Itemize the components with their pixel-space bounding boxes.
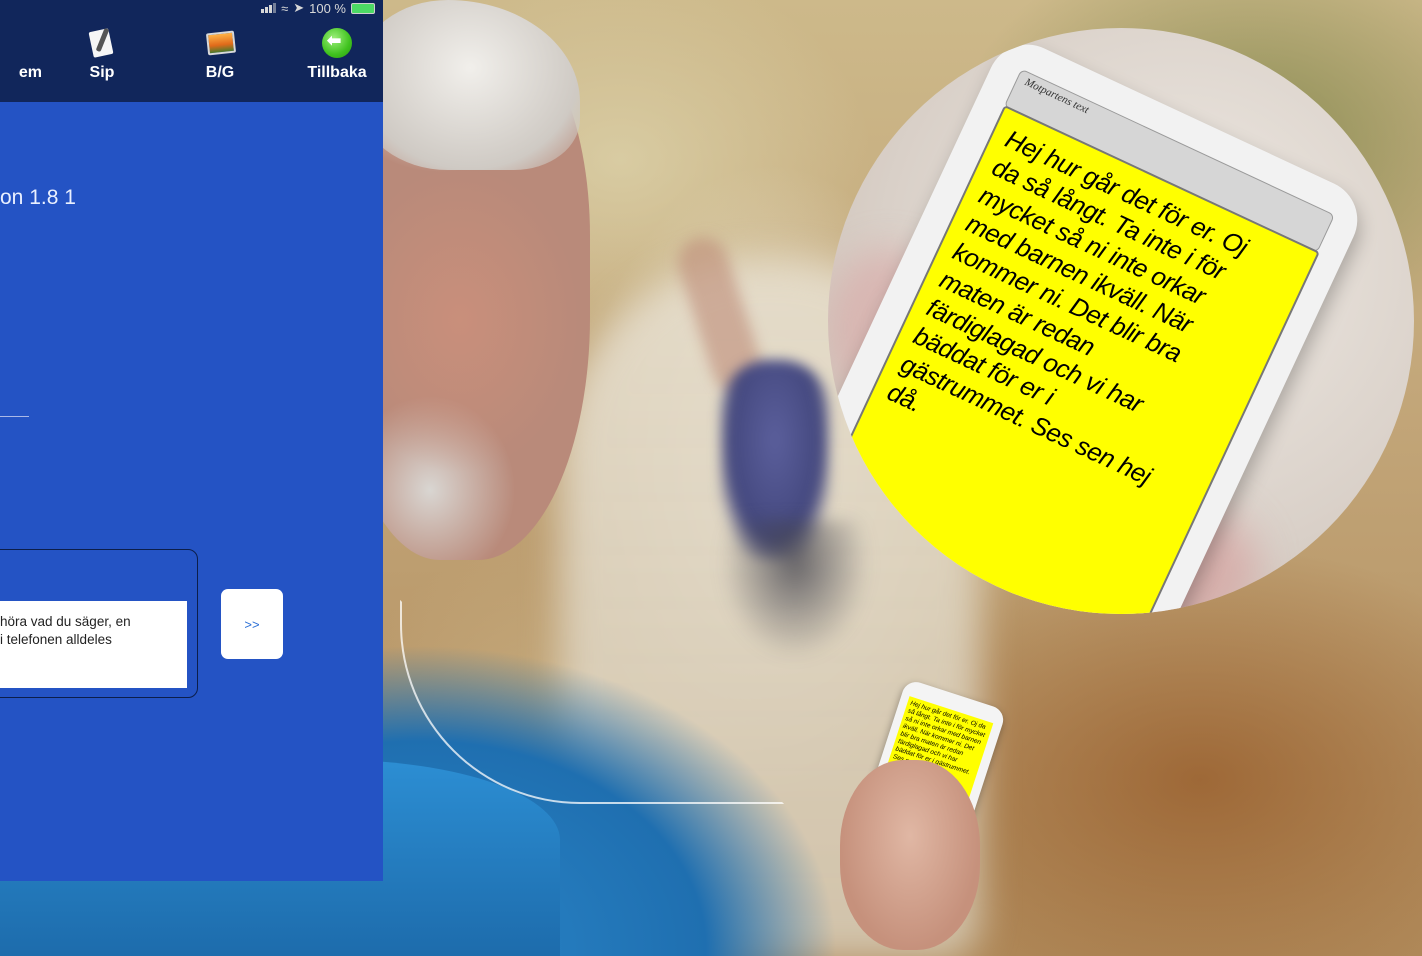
nav-system-label: em <box>18 64 42 81</box>
message-input[interactable]: höra vad du säger, en i telefonen alldel… <box>0 601 187 688</box>
battery-percent: 100 % <box>309 0 346 16</box>
top-navigation-bar: ≈ ➤ 100 % em Sip B/G Tillbaka <box>0 0 383 102</box>
message-text: höra vad du säger, en i telefonen alldel… <box>0 613 131 649</box>
zoomed-phone: Motpartens text Hej hur går det för er. … <box>828 31 1371 614</box>
battery-icon <box>351 2 375 14</box>
divider <box>0 416 29 417</box>
nav-back-button[interactable]: Tillbaka <box>297 28 377 82</box>
nav-sip-label: Sip <box>89 64 115 81</box>
nav-sip-button[interactable]: Sip <box>62 27 142 82</box>
app-screen: ≈ ➤ 100 % em Sip B/G Tillbaka on 1.8 1 h… <box>0 0 383 881</box>
note-pen-icon <box>87 27 117 58</box>
nav-back-label: Tillbaka <box>307 64 367 81</box>
back-arrow-icon <box>322 28 352 58</box>
image-icon <box>205 28 237 58</box>
wifi-icon: ≈ <box>281 0 289 16</box>
status-bar: ≈ ➤ 100 % <box>261 0 375 16</box>
message-line: höra vad du säger, en <box>0 614 131 629</box>
signal-icon <box>261 3 277 13</box>
version-text: on 1.8 1 <box>0 186 76 209</box>
location-icon: ➤ <box>293 0 305 15</box>
man-hand <box>840 760 980 950</box>
message-line: i telefonen alldeles <box>0 632 112 647</box>
nav-bg-button[interactable]: B/G <box>180 28 260 82</box>
zoom-magnifier: Motpartens text Hej hur går det för er. … <box>828 28 1414 614</box>
nav-bg-label: B/G <box>205 64 235 81</box>
send-button[interactable]: >> <box>221 589 283 659</box>
zoomed-header-label: Motpartens text <box>1022 76 1091 117</box>
nav-system-button[interactable]: em <box>0 28 42 82</box>
man-hair <box>360 0 580 170</box>
